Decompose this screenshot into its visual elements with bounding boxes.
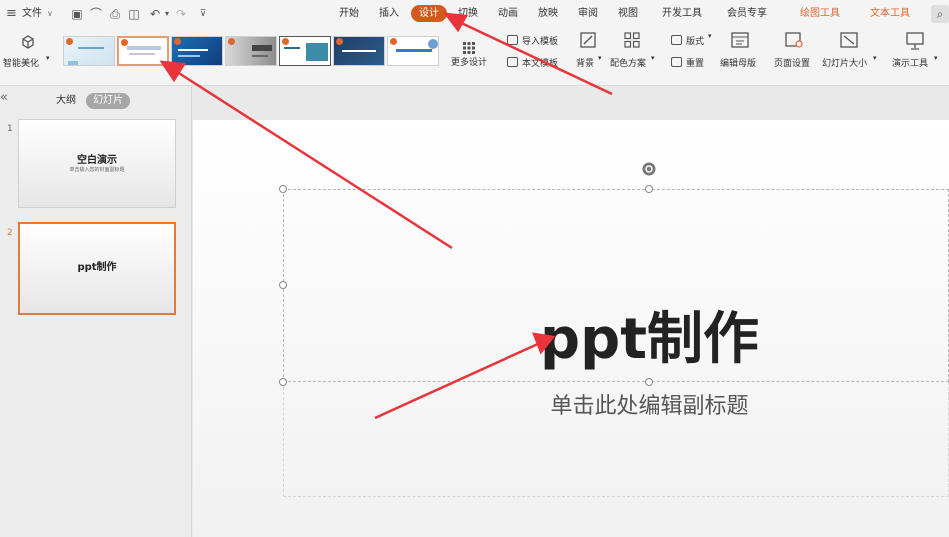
resize-handle[interactable]: [645, 378, 653, 386]
reset-icon[interactable]: [671, 57, 682, 67]
page-setup-label[interactable]: 页面设置: [774, 56, 810, 69]
hamburger-menu-icon[interactable]: ≡: [6, 0, 17, 28]
search-icon[interactable]: ⌕: [931, 5, 949, 23]
color-scheme-dropdown-icon[interactable]: ▾: [651, 54, 655, 62]
tab-member[interactable]: 会员专享: [727, 0, 767, 28]
slide-number: 2: [7, 228, 13, 238]
slide-size-icon[interactable]: [840, 32, 858, 48]
menu-bar: ≡ 文件 ∨ ▣ ⌒ ⎙ ◫ ↶ ▾ ↷ ⊽ 开始 插入 设计 切换 动画 放映…: [0, 0, 949, 28]
file-menu[interactable]: 文件: [22, 0, 42, 28]
resize-handle[interactable]: [279, 281, 287, 289]
tab-animation[interactable]: 动画: [498, 0, 518, 28]
layout-dropdown-icon[interactable]: ▾: [708, 32, 712, 40]
save-icon[interactable]: ▣: [70, 7, 84, 21]
more-designs-icon[interactable]: [463, 39, 475, 54]
resize-handle[interactable]: [279, 378, 287, 386]
template-thumbnail[interactable]: [225, 36, 277, 66]
import-template-label[interactable]: 导入模板: [522, 34, 558, 47]
page-setup-icon[interactable]: [785, 32, 803, 48]
template-badge-icon: [66, 38, 73, 45]
color-scheme-label[interactable]: 配色方案: [610, 56, 646, 69]
template-badge-icon: [336, 38, 343, 45]
tab-design[interactable]: 设计: [411, 5, 447, 22]
smart-beautify-icon[interactable]: [20, 34, 36, 50]
reset-label[interactable]: 重置: [686, 56, 704, 69]
resize-handle[interactable]: [645, 185, 653, 193]
slide-thumbnail-title: ppt制作: [77, 262, 117, 273]
background-icon[interactable]: [580, 32, 596, 48]
this-template-icon[interactable]: [507, 57, 518, 67]
slide-size-dropdown-icon[interactable]: ▾: [873, 54, 877, 62]
layout-label[interactable]: 版式: [686, 34, 704, 47]
collapse-panel-icon[interactable]: «: [0, 90, 8, 106]
template-badge-icon: [390, 38, 397, 45]
background-label[interactable]: 背景: [576, 56, 594, 69]
more-designs-label[interactable]: 更多设计: [451, 55, 487, 68]
tab-slides[interactable]: 幻灯片: [86, 93, 130, 109]
background-dropdown-icon[interactable]: ▾: [598, 54, 602, 62]
tab-text-tools[interactable]: 文本工具: [870, 0, 910, 28]
tab-transitions[interactable]: 切换: [458, 0, 478, 28]
template-thumbnail[interactable]: [63, 36, 115, 66]
resize-handle[interactable]: [279, 185, 287, 193]
undo-dropdown-icon[interactable]: ▾: [160, 7, 174, 21]
slide-subtitle-placeholder[interactable]: 单击此处编辑副标题: [283, 392, 949, 422]
presentation-tools-label[interactable]: 演示工具: [892, 56, 928, 69]
import-template-icon[interactable]: [507, 35, 518, 45]
template-thumbnail[interactable]: [171, 36, 223, 66]
slide-thumbnail-title: 空白演示: [77, 155, 117, 166]
presentation-tools-icon[interactable]: [906, 32, 924, 50]
template-badge-icon: [228, 38, 235, 45]
print-icon[interactable]: ⎙: [108, 7, 122, 21]
print-preview-icon[interactable]: ◫: [127, 7, 141, 21]
tab-slideshow[interactable]: 放映: [538, 0, 558, 28]
tab-developer[interactable]: 开发工具: [662, 0, 702, 28]
tab-review[interactable]: 审阅: [578, 0, 598, 28]
edit-master-label[interactable]: 编辑母版: [720, 56, 756, 69]
layout-icon[interactable]: [671, 35, 682, 45]
file-menu-chevron-icon[interactable]: ∨: [47, 0, 53, 28]
customize-toolbar-icon[interactable]: ⊽: [196, 7, 210, 21]
slides-panel: « 大纲 幻灯片 1 空白演示 单击输入您的封面副标题 2 ppt制作: [0, 86, 192, 537]
tab-drawing-tools[interactable]: 绘图工具: [800, 0, 840, 28]
template-badge-icon: [121, 39, 128, 46]
slide-thumbnail-subtitle: 单击输入您的封面副标题: [69, 167, 125, 173]
presentation-tools-dropdown-icon[interactable]: ▾: [934, 54, 938, 62]
slide-number: 1: [7, 124, 13, 134]
format-painter-icon[interactable]: ⌒: [89, 7, 103, 21]
smart-beautify-label[interactable]: 智能美化: [3, 56, 39, 69]
template-thumbnail[interactable]: [279, 36, 331, 66]
slide-title[interactable]: ppt制作: [283, 305, 949, 375]
template-thumbnail-selected[interactable]: [117, 36, 169, 66]
color-scheme-icon[interactable]: [624, 32, 640, 48]
tab-view[interactable]: 视图: [618, 0, 638, 28]
redo-icon[interactable]: ↷: [174, 7, 188, 21]
design-ribbon: 智能美化 ▾ 更多设计 导入模板 本文模板 背景 ▾ 配色方案 ▾ 版式 ▾ 重…: [0, 28, 949, 86]
template-badge-icon: [174, 38, 181, 45]
smart-beautify-dropdown-icon[interactable]: ▾: [46, 54, 50, 62]
tab-insert[interactable]: 插入: [379, 0, 399, 28]
template-thumbnail[interactable]: [387, 36, 439, 66]
tab-outline[interactable]: 大纲: [56, 93, 76, 109]
slide-thumbnail[interactable]: 空白演示 单击输入您的封面副标题: [18, 119, 176, 208]
slide-size-label[interactable]: 幻灯片大小: [822, 56, 867, 69]
edit-master-icon[interactable]: [731, 32, 749, 48]
template-badge-icon: [282, 38, 289, 45]
this-template-label[interactable]: 本文模板: [522, 56, 558, 69]
tab-home[interactable]: 开始: [339, 0, 359, 28]
rotate-handle-icon[interactable]: [641, 161, 657, 177]
slide-thumbnail-active[interactable]: ppt制作: [18, 222, 176, 315]
template-thumbnail[interactable]: [333, 36, 385, 66]
